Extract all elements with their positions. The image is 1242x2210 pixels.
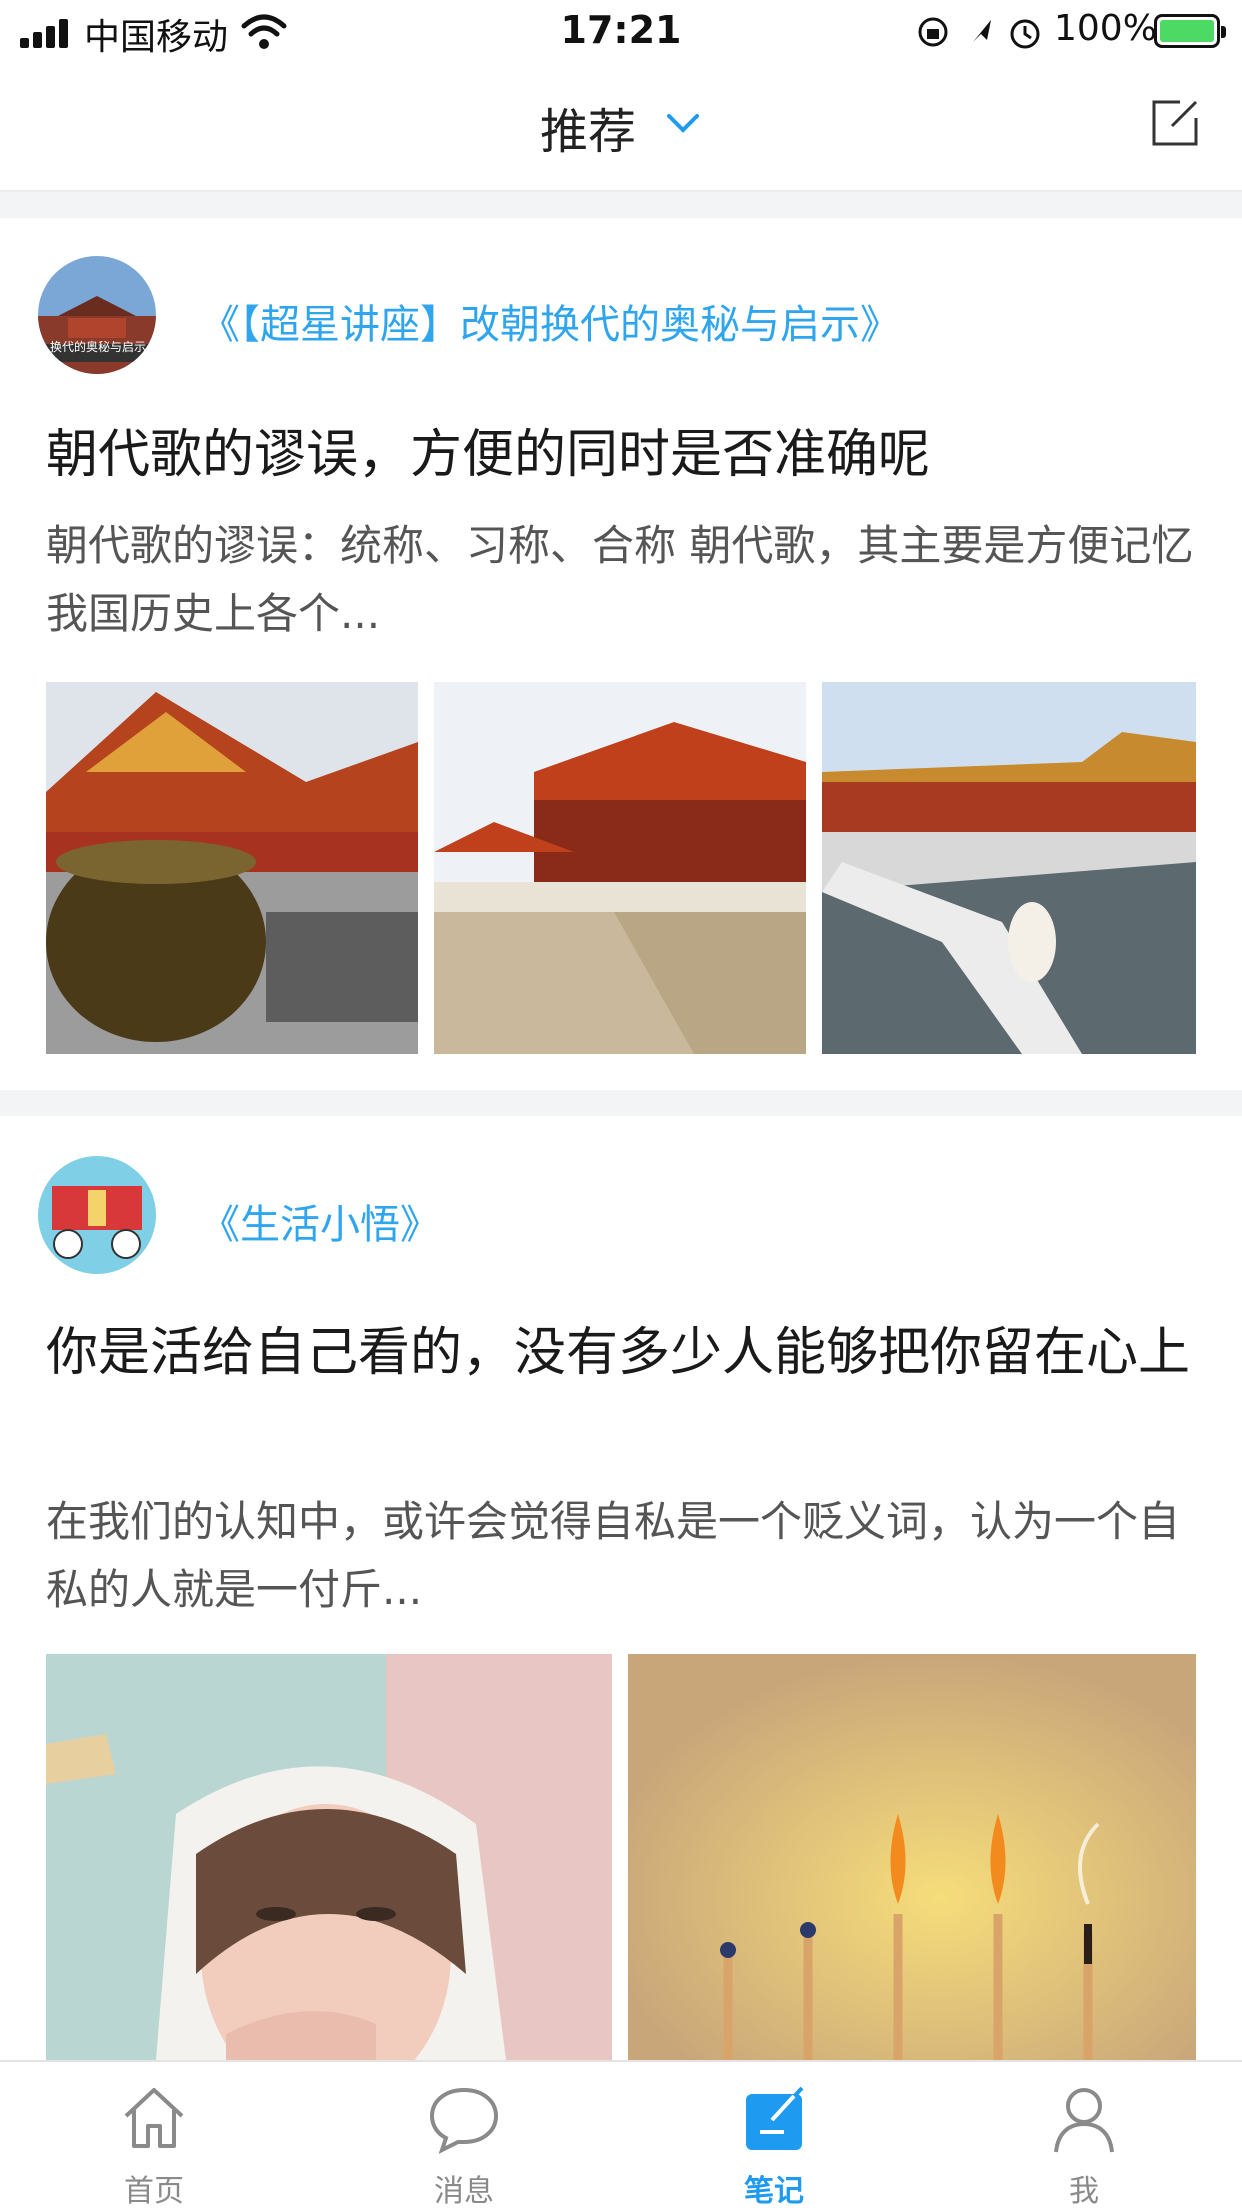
avatar[interactable]: [38, 256, 156, 374]
post-image[interactable]: [46, 1654, 612, 2060]
person-icon: [1054, 2088, 1114, 2153]
home-icon: [124, 2088, 184, 2148]
tab-label: 我: [1069, 2174, 1099, 2209]
tab-label: 首页: [124, 2174, 184, 2209]
post-excerpt[interactable]: 朝代歌的谬误：统称、习称、合称 朝代歌，其主要是方便记忆我国历史上各个...: [46, 512, 1206, 648]
status-bar: 中国移动 17:21 100%: [0, 0, 1242, 62]
chevron-down-icon[interactable]: [665, 110, 701, 138]
post-title[interactable]: 朝代歌的谬误，方便的同时是否准确呢: [46, 418, 1196, 492]
feed-selector-title[interactable]: 推荐: [540, 92, 636, 162]
tab-home[interactable]: 首页: [54, 2062, 254, 2210]
section-divider: [0, 192, 1242, 218]
notes-icon: [746, 2086, 804, 2150]
feed-post[interactable]: 换代的奥秘与启示 《【超星讲座】改朝换代的奥秘与启示》 朝代歌的谬误，方便的同时…: [0, 218, 1242, 1090]
tab-label: 笔记: [744, 2174, 804, 2209]
post-image[interactable]: [628, 1654, 1196, 2060]
bottom-tab-bar: 首页 消息 笔记 我: [0, 2060, 1242, 2210]
chat-bubble-icon: [429, 2087, 499, 2154]
compose-icon[interactable]: [1150, 98, 1200, 148]
battery-percent: 100%: [1054, 8, 1157, 49]
status-icons: [918, 17, 1040, 49]
post-title[interactable]: 你是活给自己看的，没有多少人能够把你留在心上: [46, 1316, 1196, 1390]
tab-label: 消息: [434, 2174, 494, 2209]
post-excerpt[interactable]: 在我们的认知中，或许会觉得自私是一个贬义词，认为一个自私的人就是一付斤...: [46, 1488, 1206, 1624]
top-header: 推荐: [0, 62, 1242, 192]
post-image[interactable]: [822, 682, 1196, 1054]
tab-messages[interactable]: 消息: [364, 2062, 564, 2210]
avatar-caption: 换代的奥秘与启示: [49, 340, 146, 354]
tab-me[interactable]: 我: [984, 2062, 1184, 2210]
post-source-link[interactable]: 《生活小悟》: [200, 1192, 440, 1250]
post-image[interactable]: [434, 682, 806, 1054]
avatar[interactable]: [38, 1156, 156, 1274]
post-image[interactable]: [46, 682, 418, 1054]
battery-icon: [1154, 14, 1226, 48]
section-divider: [0, 1090, 1242, 1116]
tab-notes[interactable]: 笔记: [674, 2062, 874, 2210]
feed-post[interactable]: 《生活小悟》 你是活给自己看的，没有多少人能够把你留在心上 在我们的认知中，或许…: [0, 1116, 1242, 2060]
post-source-link[interactable]: 《【超星讲座】改朝换代的奥秘与启示》: [200, 292, 900, 350]
